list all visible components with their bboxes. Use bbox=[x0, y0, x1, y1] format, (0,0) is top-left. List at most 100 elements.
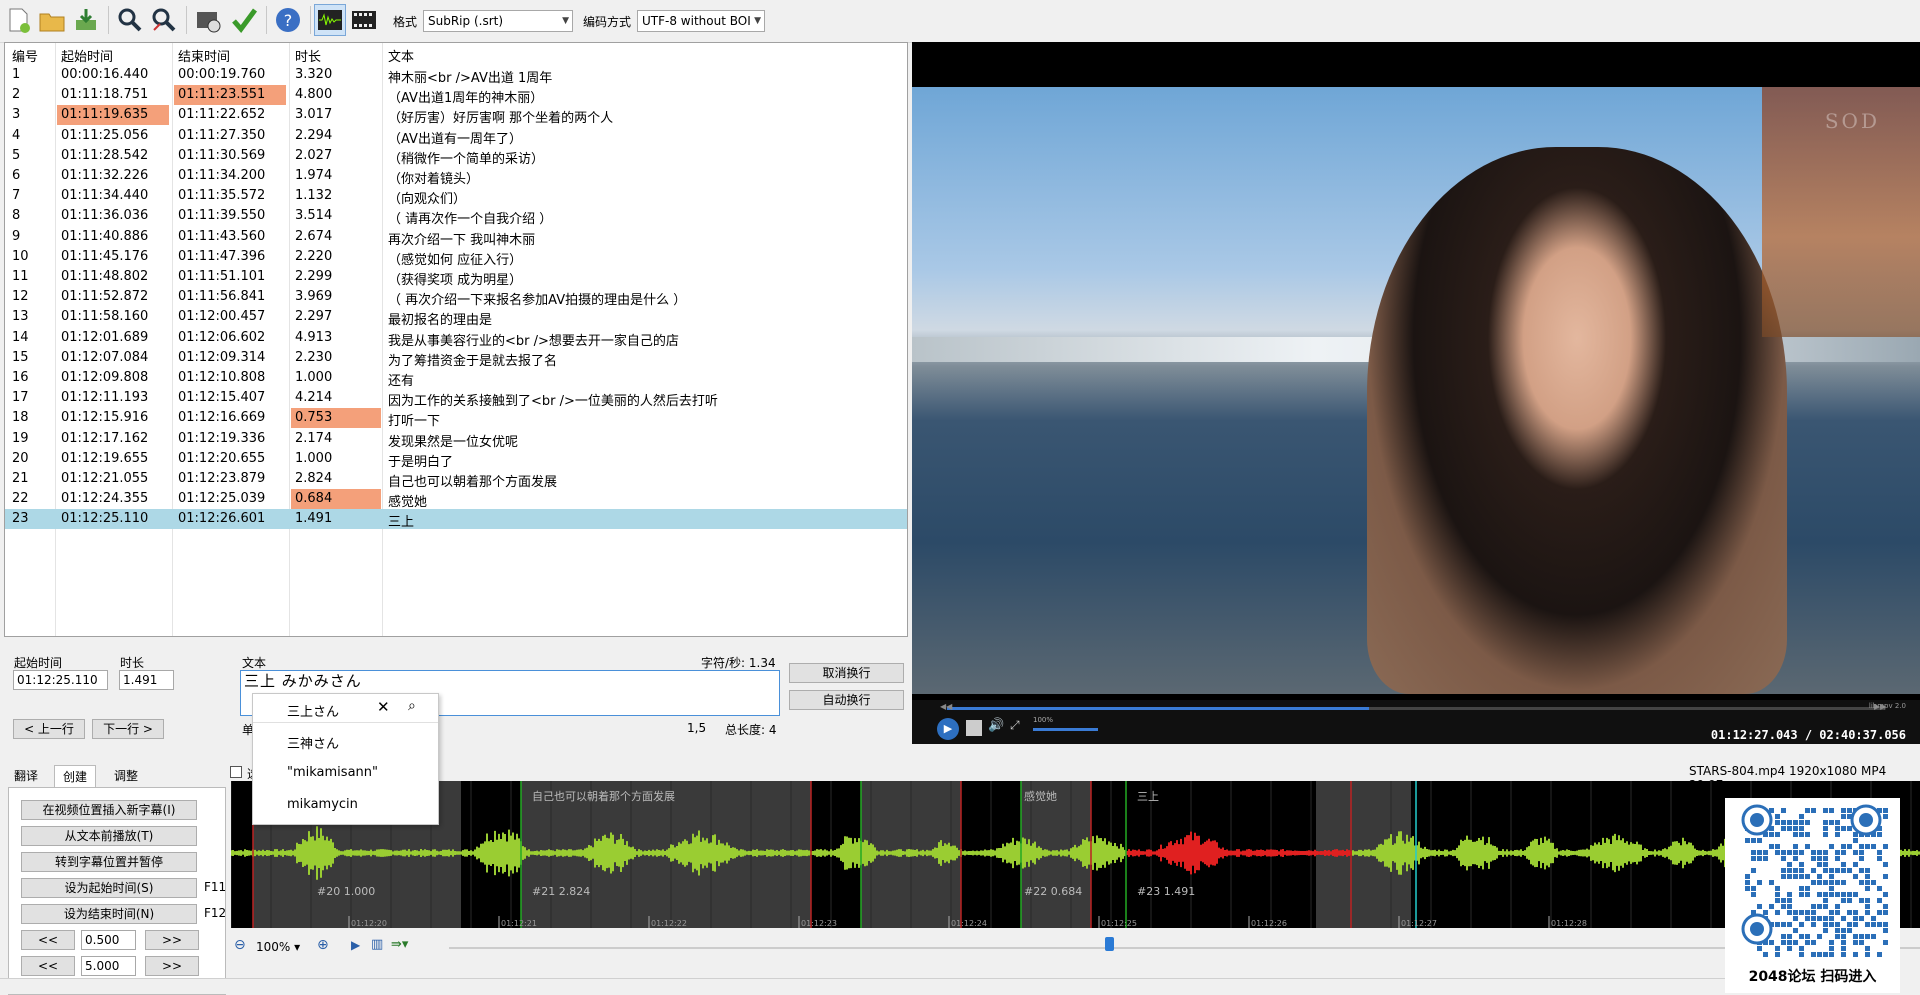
step-forward-button-1[interactable]: >> bbox=[145, 930, 199, 950]
visual-sync-icon[interactable] bbox=[192, 4, 224, 36]
ime-item[interactable]: "mikamisann" bbox=[287, 765, 378, 780]
seek-bar[interactable] bbox=[947, 707, 1885, 710]
video-controls: ◀◀ ▶▶ ▶ 🔊 ⤢ 100% libmpv 2.0 01:12:27.043… bbox=[912, 700, 1920, 744]
table-row[interactable]: 10 01:11:45.176 01:11:47.396 2.220 （感觉如何 应征入… bbox=[5, 247, 907, 268]
tab-translate[interactable]: 翻译 bbox=[8, 765, 44, 787]
table-row[interactable]: 1 00:00:16.440 00:00:19.760 3.320 神木丽<br />A… bbox=[5, 65, 907, 86]
qr-module bbox=[1835, 892, 1840, 897]
qr-module bbox=[1829, 808, 1834, 813]
table-row[interactable]: 16 01:12:09.808 01:12:10.808 1.000 还有 bbox=[5, 368, 907, 389]
qr-module bbox=[1769, 832, 1774, 837]
insert-at-video-button[interactable]: 在视频位置插入新字幕(I) bbox=[21, 800, 197, 820]
qr-module bbox=[1799, 952, 1804, 957]
tab-create[interactable]: 创建 bbox=[54, 765, 97, 788]
waveform-checkbox[interactable] bbox=[230, 766, 242, 778]
close-icon[interactable]: ✕ bbox=[377, 698, 390, 716]
waveform-scroll-thumb[interactable] bbox=[1105, 937, 1114, 951]
table-row[interactable]: 3 01:11:19.635 01:11:22.652 3.017 （好厉害）好厉害啊 … bbox=[5, 105, 907, 126]
table-row[interactable]: 17 01:12:11.193 01:12:15.407 4.214 因为工作的关系接触… bbox=[5, 388, 907, 409]
find-icon[interactable] bbox=[114, 4, 146, 36]
table-row[interactable]: 20 01:12:19.655 01:12:20.655 1.000 于是明白了 bbox=[5, 449, 907, 470]
cell-number: 13 bbox=[12, 309, 29, 325]
new-file-icon[interactable] bbox=[2, 4, 34, 36]
goto-and-pause-button[interactable]: 转到字幕位置并暂停 bbox=[21, 852, 197, 872]
play-selection-icon[interactable]: ▶ bbox=[351, 938, 360, 952]
table-row[interactable]: 11 01:11:48.802 01:11:51.101 2.299 （获得奖项 成为明… bbox=[5, 267, 907, 288]
step-back-button-2[interactable]: << bbox=[21, 956, 75, 976]
waveform-panel[interactable]: 自己也可以朝着那个方面发展 感觉她 三上 #20 1.000 #21 2.824 #22 … bbox=[231, 781, 1920, 928]
table-row[interactable]: 14 01:12:01.689 01:12:06.602 4.913 我是从事美容行业的… bbox=[5, 328, 907, 349]
step-back-button-1[interactable]: << bbox=[21, 930, 75, 950]
table-row[interactable]: 9 01:11:40.886 01:11:43.560 2.674 再次介绍一下 我叫神… bbox=[5, 227, 907, 248]
qr-module bbox=[1757, 850, 1762, 855]
step-forward-button-2[interactable]: >> bbox=[145, 956, 199, 976]
table-row[interactable]: 8 01:11:36.036 01:11:39.550 3.514 （ 请再次作一个自我… bbox=[5, 206, 907, 227]
spell-check-icon[interactable] bbox=[228, 4, 260, 36]
play-from-text-button[interactable]: 从文本前播放(T) bbox=[21, 826, 197, 846]
replace-icon[interactable] bbox=[148, 4, 180, 36]
col-duration[interactable]: 时长 bbox=[295, 46, 321, 65]
scene-change-icon[interactable]: ⇛▾ bbox=[391, 937, 408, 952]
table-row[interactable]: 19 01:12:17.162 01:12:19.336 2.174 发现果然是一位女优… bbox=[5, 429, 907, 450]
table-row[interactable]: 21 01:12:21.055 01:12:23.879 2.824 自己也可以朝着那个… bbox=[5, 469, 907, 490]
ime-item[interactable]: mikamycin bbox=[287, 797, 358, 812]
help-icon[interactable]: ? bbox=[272, 4, 304, 36]
zoom-select[interactable]: 100% ▾ bbox=[253, 938, 309, 958]
rewind-icon[interactable]: ◀◀ bbox=[940, 702, 952, 711]
step-input-2[interactable]: 5.000 bbox=[81, 956, 136, 976]
fullscreen-icon[interactable]: ⤢ bbox=[1010, 718, 1020, 733]
col-start[interactable]: 起始时间 bbox=[61, 46, 113, 65]
ime-item[interactable]: 三神さん bbox=[287, 733, 339, 752]
video-player[interactable]: SOD bbox=[912, 42, 1920, 744]
table-row[interactable]: 2 01:11:18.751 01:11:23.551 4.800 （AV出道1周年的神… bbox=[5, 85, 907, 106]
encoding-select[interactable]: UTF-8 without BOI ▼ bbox=[637, 10, 765, 32]
open-folder-icon[interactable] bbox=[36, 4, 68, 36]
table-row[interactable]: 13 01:11:58.160 01:12:00.457 2.297 最初报名的理由是 bbox=[5, 307, 907, 328]
cancel-break-button[interactable]: 取消换行 bbox=[789, 663, 904, 683]
table-row[interactable]: 4 01:11:25.056 01:11:27.350 2.294 （AV出道有一周年了… bbox=[5, 126, 907, 147]
step-input-1[interactable]: 0.500 bbox=[81, 930, 136, 950]
col-text[interactable]: 文本 bbox=[388, 46, 414, 65]
set-start-button[interactable]: 设为起始时间(S) bbox=[21, 878, 197, 898]
qr-module bbox=[1877, 832, 1882, 837]
shortcut-f11: F11 bbox=[204, 880, 227, 894]
ime-header-text[interactable]: 三上さん bbox=[287, 701, 339, 720]
table-row[interactable]: 7 01:11:34.440 01:11:35.572 1.132 （向观众们） bbox=[5, 186, 907, 207]
col-end[interactable]: 结束时间 bbox=[178, 46, 230, 65]
auto-break-button[interactable]: 自动换行 bbox=[789, 690, 904, 710]
save-icon[interactable] bbox=[70, 4, 102, 36]
search-icon[interactable]: ⌕ bbox=[408, 698, 416, 714]
video-toggle-icon[interactable] bbox=[348, 4, 380, 36]
zoom-out-icon[interactable]: ⊖ bbox=[234, 937, 246, 953]
qr-module bbox=[1769, 940, 1774, 945]
waveform-scroll-track[interactable] bbox=[449, 947, 1920, 949]
stop-button[interactable] bbox=[966, 720, 982, 736]
cell-text: 神木丽<br />AV出道 1周年 bbox=[388, 71, 553, 86]
col-number[interactable]: 编号 bbox=[12, 46, 38, 65]
format-select[interactable]: SubRip (.srt) ▼ bbox=[423, 10, 573, 32]
volume-slider[interactable] bbox=[1033, 728, 1098, 731]
qr-module bbox=[1877, 886, 1882, 891]
qr-module bbox=[1847, 808, 1852, 813]
start-time-input[interactable]: 01:12:25.110 bbox=[13, 670, 108, 690]
table-row[interactable]: 22 01:12:24.355 01:12:25.039 0.684 感觉她 bbox=[5, 489, 907, 510]
play-button[interactable]: ▶ bbox=[937, 718, 959, 740]
tab-adjust[interactable]: 调整 bbox=[108, 765, 144, 787]
next-line-button[interactable]: 下一行 > bbox=[92, 719, 164, 739]
table-row[interactable]: 15 01:12:07.084 01:12:09.314 2.230 为了筹措资金于是就… bbox=[5, 348, 907, 369]
table-row[interactable]: 5 01:11:28.542 01:11:30.569 2.027 （稍微作一个简单的采… bbox=[5, 146, 907, 167]
subtitle-grid[interactable]: 编号 起始时间 结束时间 时长 文本 1 00:00:16.440 00:00:19… bbox=[4, 42, 908, 637]
prev-line-button[interactable]: < 上一行 bbox=[13, 719, 85, 739]
table-row[interactable]: 6 01:11:32.226 01:11:34.200 1.974 （你对着镜头） bbox=[5, 166, 907, 187]
grid-icon[interactable]: ▥ bbox=[371, 937, 383, 952]
qr-module bbox=[1817, 862, 1822, 867]
table-row[interactable]: 18 01:12:15.916 01:12:16.669 0.753 打听一下 bbox=[5, 408, 907, 429]
waveform-toggle-icon[interactable] bbox=[314, 4, 346, 36]
table-row[interactable]: 12 01:11:52.872 01:11:56.841 3.969 （ 再次介绍一下来… bbox=[5, 287, 907, 308]
duration-input[interactable]: 1.491 bbox=[119, 670, 174, 690]
cell-duration: 1.000 bbox=[295, 370, 333, 385]
set-end-button[interactable]: 设为结束时间(N) bbox=[21, 904, 197, 924]
volume-icon[interactable]: 🔊 bbox=[988, 718, 1004, 733]
zoom-in-icon[interactable]: ⊕ bbox=[317, 937, 329, 953]
table-row[interactable]: 23 01:12:25.110 01:12:26.601 1.491 三上 bbox=[5, 509, 907, 530]
